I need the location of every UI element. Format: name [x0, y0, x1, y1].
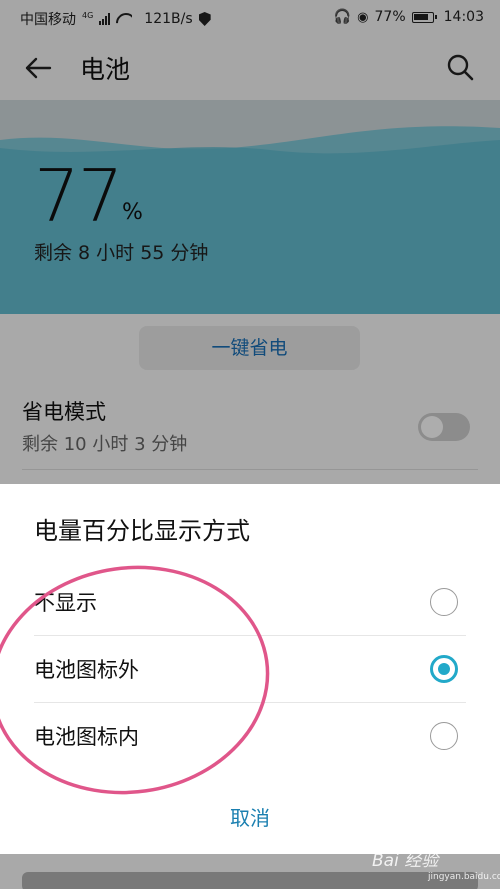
option-inside-icon[interactable]: 电池图标内	[34, 702, 466, 769]
percentage-display-dialog: 电量百分比显示方式 不显示 电池图标外 电池图标内 取消	[0, 484, 500, 854]
radio-unselected[interactable]	[430, 722, 458, 750]
dialog-title: 电量百分比显示方式	[34, 517, 250, 545]
radio-selected[interactable]	[430, 655, 458, 683]
radio-unselected[interactable]	[430, 588, 458, 616]
cancel-button[interactable]: 取消	[0, 802, 500, 831]
option-label: 电池图标外	[34, 658, 139, 682]
option-outside-icon[interactable]: 电池图标外	[34, 635, 466, 702]
option-label: 不显示	[34, 591, 97, 615]
watermark-brand: Bai 经验	[372, 851, 439, 871]
option-label: 电池图标内	[34, 725, 139, 749]
watermark-url: jingyan.baidu.com	[428, 872, 500, 882]
option-hide[interactable]: 不显示	[34, 568, 466, 635]
